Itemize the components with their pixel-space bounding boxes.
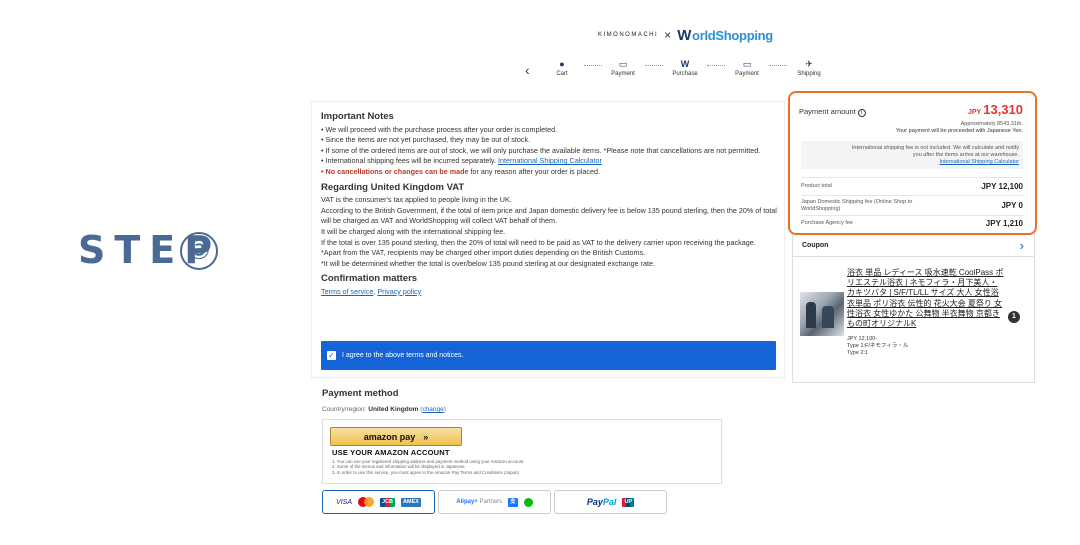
policy-links: Terms of service, Privacy policy [321,286,422,296]
notes-content: Important Notes • We will proceed with t… [321,111,781,298]
checkout-progress: ‹ ● Cart ▭ Payment W Purchase ▭ Payment … [525,58,825,88]
vat-title: Regarding United Kingdom VAT [321,181,465,193]
note-item: • No cancellations or changes can be mad… [321,166,600,176]
jcb-icon: JCB [380,497,396,507]
amazon-pay-box: amazon pay» USE YOUR AMAZON ACCOUNT 1. Y… [322,419,722,484]
payment-amount-value: JPY 13,310 [968,102,1023,117]
vat-line: *Apart from the VAT, recipients may be c… [321,248,646,258]
amazon-account-heading: USE YOUR AMAZON ACCOUNT [332,448,450,457]
important-notes-title: Important Notes [321,111,394,122]
alipay-logo-icon: 支 [508,497,518,507]
credit-card-option[interactable]: VISA JCB AMEX [322,490,435,514]
note-item: • International shipping fees will be in… [321,156,602,166]
product-name-link[interactable]: 浴衣 単品 レディース 吸水速乾 CoolPass ポリエステル浴衣 | ネモフ… [847,268,1005,329]
note-item: • We will proceed with the purchase proc… [321,124,558,134]
change-country-link[interactable]: change [422,406,443,413]
agree-terms-checkbox[interactable]: ✓ I agree to the above terms and notices… [321,341,776,370]
vat-line: It will be charged along with the intern… [321,226,506,236]
check-icon: ● [559,59,565,69]
product-price: JPY 12,100- [847,336,878,342]
amazon-pay-button[interactable]: amazon pay» [330,427,462,446]
country-region: Country/region: United Kingdom (change) [322,406,446,413]
wechat-pay-icon [523,497,533,507]
product-type-2: Type 2:1 [847,350,869,356]
approx-amount: Approximately 8543.31th. [960,121,1023,127]
payment-method-title: Payment method [322,388,399,399]
vat-line: VAT is the consumer's tax applied to peo… [321,195,512,205]
vat-line: According to the British Government, if … [321,205,777,226]
yen-note: Your payment will be proceeded with Japa… [896,128,1023,134]
step-payment: ▭ Payment [603,58,643,77]
cart-product: 浴衣 単品 レディース 吸水速乾 CoolPass ポリエステル浴衣 | ネモフ… [800,266,1028,376]
worldshopping-w-mark: W [677,26,692,44]
product-type-1: Type 1:F/ネモフィラ・ル [847,343,909,349]
step-connector [769,65,787,66]
worldshopping-wordmark: orldShopping [692,27,773,43]
shipping-note: International shipping fee is not includ… [801,141,1023,169]
visa-icon: VISA [336,498,353,506]
chevrons-right-icon: » [423,431,429,442]
note-item: • Since the items are not yet purchased,… [321,135,531,145]
card-icon: ▭ [618,59,628,69]
coupon-label: Coupon [802,241,829,249]
shipping-calculator-link[interactable]: International Shipping Calculator [498,156,602,165]
step-connector [645,65,663,66]
w-icon: W [680,59,690,69]
brand-header: KIMONOMACHI × W orldShopping [598,25,773,45]
step-cart: ● Cart [542,58,582,77]
amazon-notes: 1. You can use your registered shipping … [332,459,524,475]
brand-separator: × [664,28,672,42]
paypal-option[interactable]: PayPal UP [554,490,667,514]
checkmark-icon: ✓ [327,351,336,360]
notes-panel: Important Notes • We will proceed with t… [311,101,785,378]
kimonomachi-logo: KIMONOMACHI [598,32,659,38]
agency-fee-row: Purchase Agency fee JPY 1,210 [801,215,1023,231]
alipay-option[interactable]: Alipay+ Partners 支 [438,490,551,514]
privacy-policy-link[interactable]: Privacy policy [377,287,421,296]
step-purchase: W Purchase [665,58,705,77]
note-item: • If some of the ordered items are out o… [321,145,761,155]
product-image[interactable] [800,292,844,336]
vat-line: If the total is over 135 pound sterling,… [321,237,756,247]
chevron-left-icon[interactable]: ‹ [525,62,530,78]
worldshopping-logo: W orldShopping [677,27,773,44]
alipay-icon: Alipay+ Partners [456,499,503,505]
divider [792,256,1035,257]
paypal-icon: PayPal [586,497,617,507]
step-connector [707,65,725,66]
payment-amount-title: Payment amount i [799,107,866,117]
plane-icon: ✈ [805,59,813,69]
terms-of-service-link[interactable]: Terms of service [321,287,373,296]
shipping-calculator-link[interactable]: International Shipping Calculator [940,159,1020,165]
domestic-shipping-row: Japan Domestic Shipping fee (Online Shop… [801,195,1023,215]
product-details: JPY 12,100- Type 1:F/ネモフィラ・ル Type 2:1 [847,336,908,357]
info-icon[interactable]: i [857,109,866,117]
step-payment-2: ▭ Payment [727,58,767,77]
payment-method-section: Payment method Country/region: United Ki… [322,388,742,514]
quantity-badge: 1 [1008,311,1020,323]
coupon-row[interactable]: Coupon › [802,237,1024,253]
confirmation-title: Confirmation matters [321,273,418,285]
mastercard-icon [358,497,375,507]
step-shipping: ✈ Shipping [789,58,829,77]
product-total-row: Product total JPY 12,100 [801,177,1023,195]
chevron-right-icon: › [1019,237,1024,253]
payment-amount-box: Payment amount i JPY 13,310 Approximately … [788,91,1037,235]
step-connector [584,65,602,66]
card-icon: ▭ [742,59,752,69]
step-number: ③ [180,232,218,270]
unionpay-icon: UP [622,497,635,507]
vat-line: *It will be determined whether the total… [321,258,656,268]
payment-options: VISA JCB AMEX Alipay+ Partners 支 PayPal … [322,490,742,515]
no-cancellation-warning: • No cancellations or changes can be mad… [321,166,469,176]
amex-icon: AMEX [401,497,421,507]
agree-terms-label: I agree to the above terms and notices. [342,352,464,359]
